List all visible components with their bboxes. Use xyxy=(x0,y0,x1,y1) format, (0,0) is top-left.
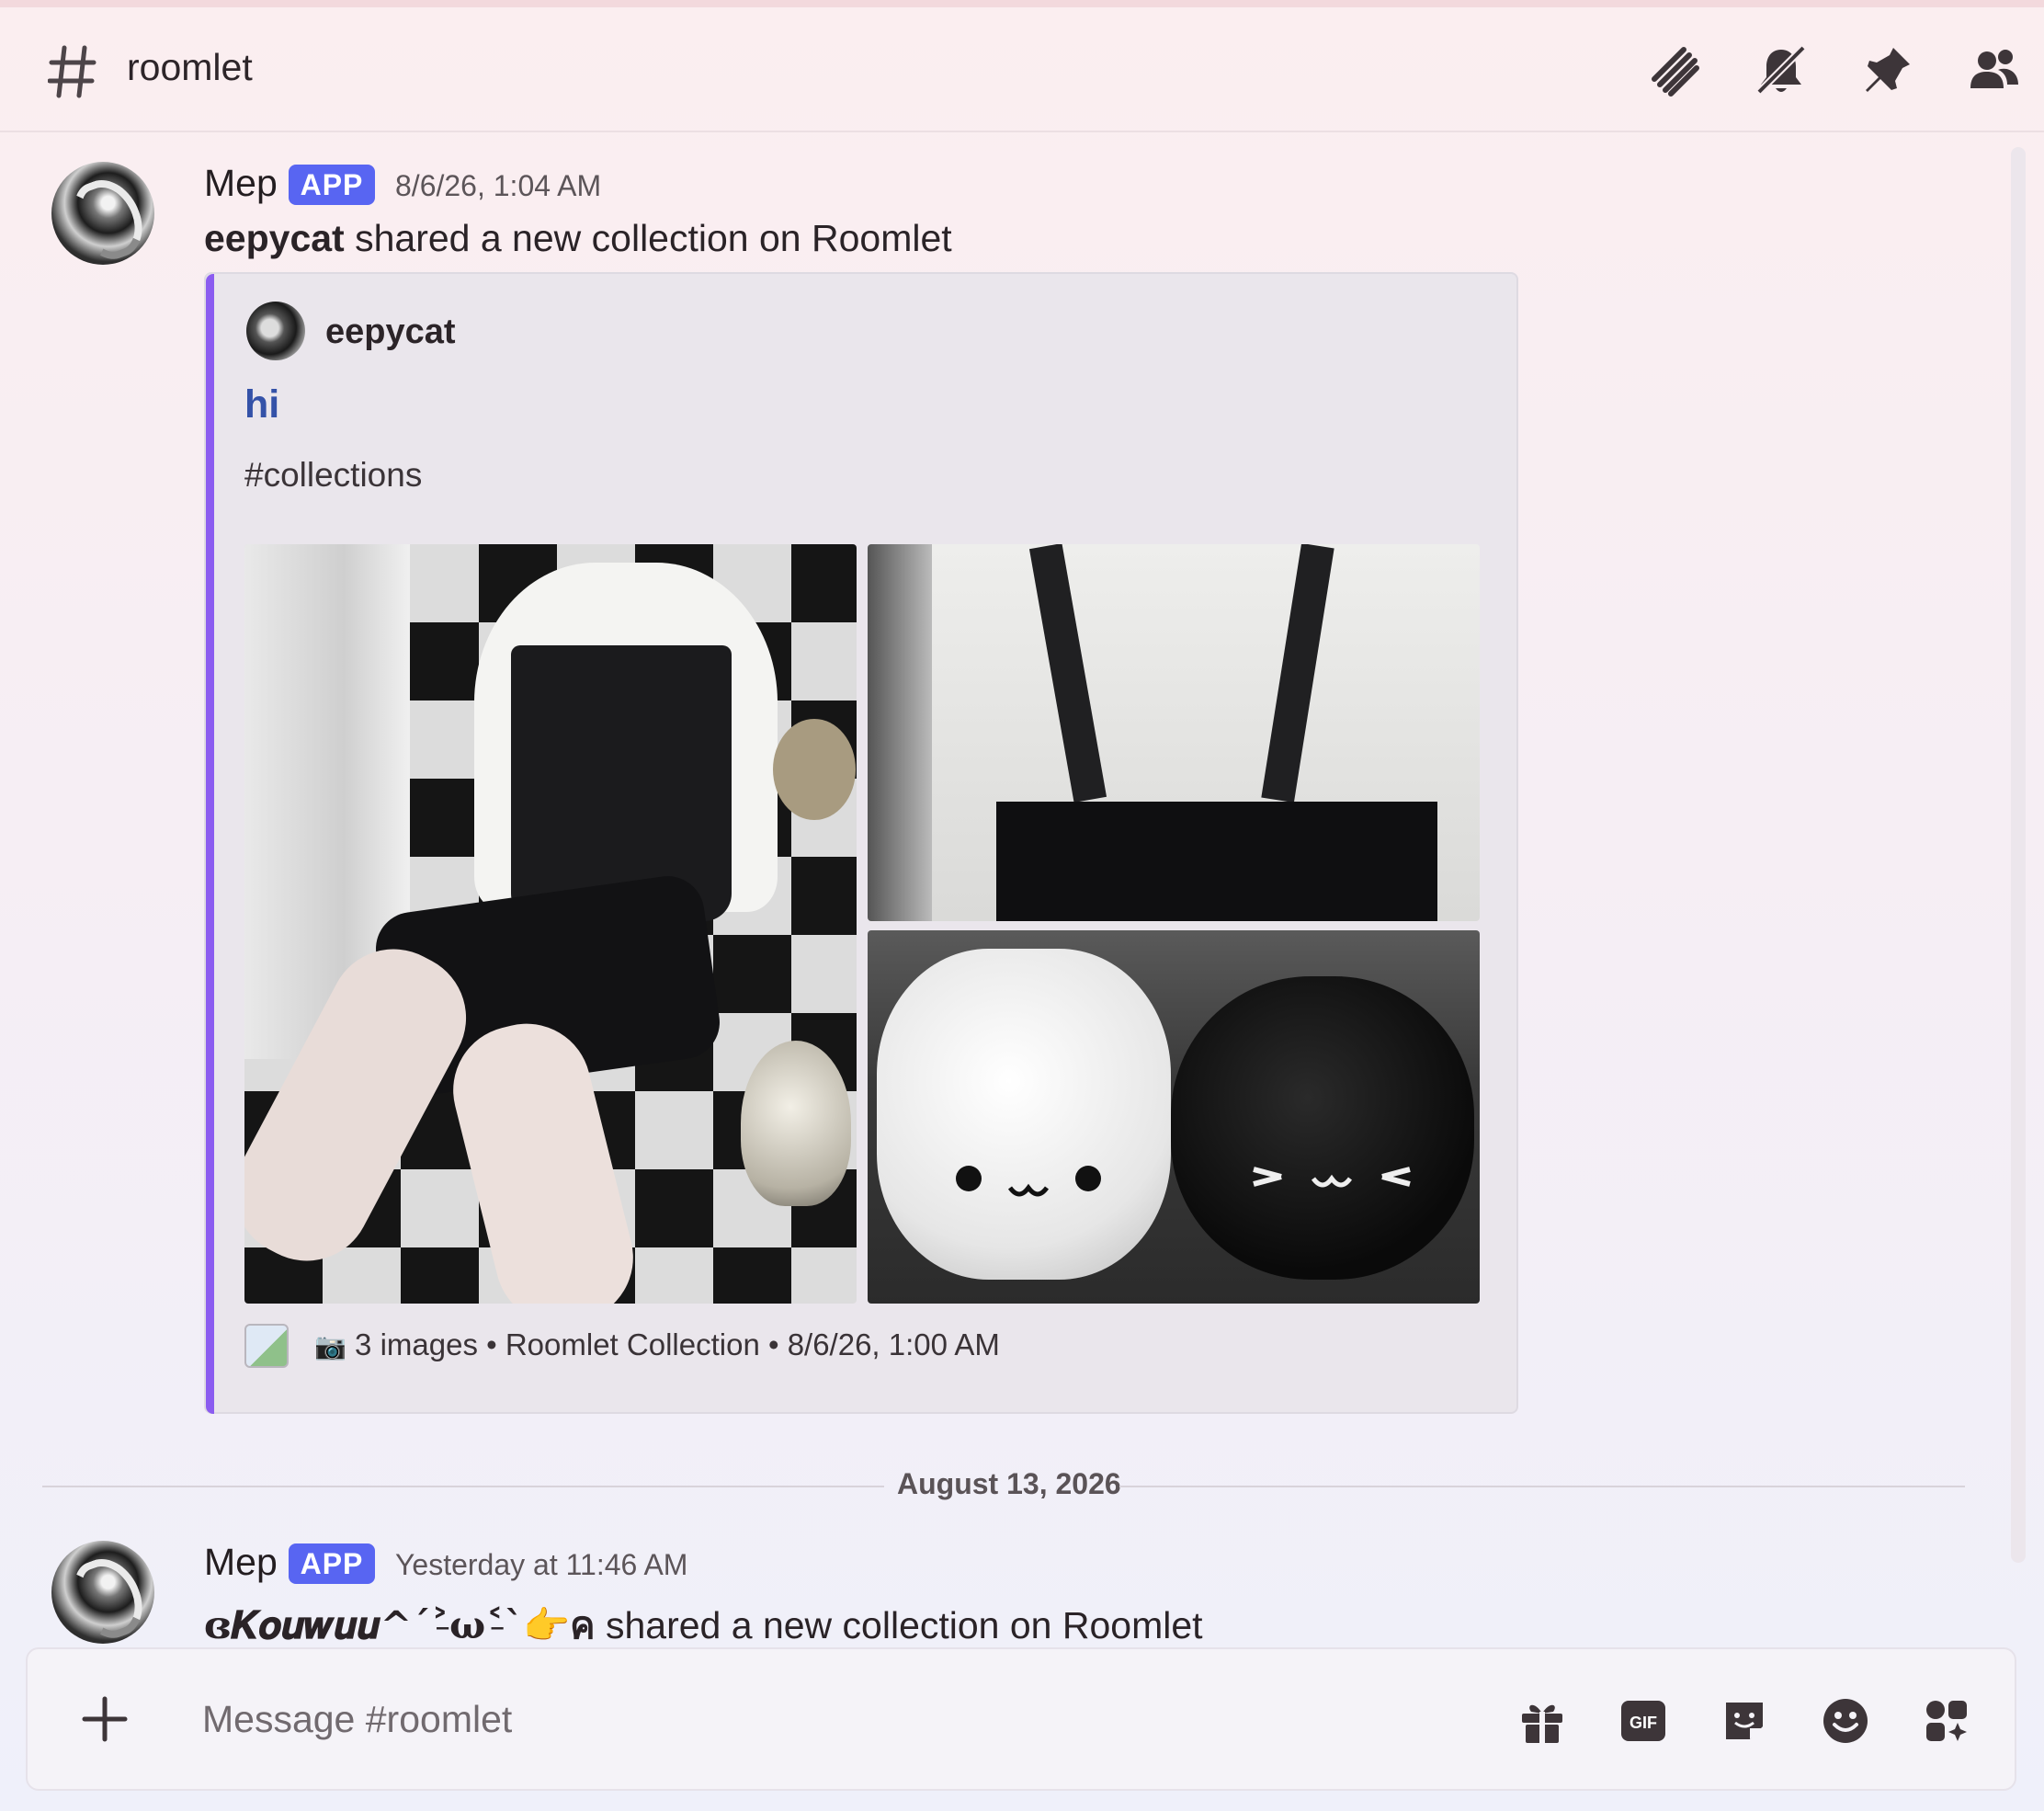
message-composer: GIF xyxy=(26,1647,2016,1791)
embed-footer-separator: • xyxy=(759,1327,788,1361)
embed-image-shirt[interactable] xyxy=(868,544,1480,921)
mute-notifications-icon[interactable] xyxy=(1754,42,1809,97)
top-accent-line xyxy=(0,0,2044,7)
message-input[interactable] xyxy=(202,1686,1489,1752)
embed-description: #collections xyxy=(244,456,423,494)
emoji-icon[interactable] xyxy=(1820,1695,1871,1747)
scrollbar[interactable] xyxy=(2011,147,2026,1563)
embed-image-outfit[interactable] xyxy=(244,544,857,1304)
app-badge: APP xyxy=(289,1543,375,1584)
embed-accent-bar xyxy=(206,274,214,1414)
date-divider-line-left xyxy=(42,1486,884,1487)
collection-thumbnail-icon xyxy=(244,1324,289,1368)
date-divider-line-right xyxy=(1119,1486,1965,1487)
embed-title-link[interactable]: hi xyxy=(244,382,279,427)
message-text: shared a new collection on Roomlet xyxy=(344,217,952,259)
embed-author: eepycat xyxy=(325,313,456,351)
gif-icon[interactable]: GIF xyxy=(1618,1695,1669,1747)
add-attachment-button[interactable] xyxy=(79,1693,131,1745)
pin-icon[interactable] xyxy=(1860,42,1915,97)
date-divider: August 13, 2026 xyxy=(897,1467,1121,1500)
gift-icon[interactable] xyxy=(1516,1695,1568,1747)
message-timestamp[interactable]: 8/6/26, 1:04 AM xyxy=(395,169,601,203)
embed-image-plushies[interactable] xyxy=(868,930,1480,1304)
mentioned-user[interactable]: ɞ𝑲𝒐𝒖𝒘𝒖𝒖^ˊ˃̵ω˂̵ˋ👉ค xyxy=(204,1603,596,1647)
gif-label: GIF xyxy=(1630,1714,1657,1732)
mentioned-user[interactable]: eepycat xyxy=(204,217,345,259)
message-content: eepycat shared a new collection on Rooml… xyxy=(204,217,952,260)
embed-footer-time: 8/6/26, 1:00 AM xyxy=(787,1327,1000,1361)
embed-author-avatar xyxy=(246,302,305,360)
message-author[interactable]: Mep xyxy=(204,162,278,205)
apps-icon[interactable] xyxy=(1921,1695,1972,1747)
collection-embed: eepycat hi #collections 📷 3 images • Roo… xyxy=(204,272,1518,1414)
embed-footer: 📷 3 images • Roomlet Collection • 8/6/26… xyxy=(314,1327,1000,1362)
message-text: shared a new collection on Roomlet xyxy=(595,1604,1203,1646)
embed-footer-text: 3 images • Roomlet Collection xyxy=(355,1327,760,1361)
members-icon[interactable] xyxy=(1967,42,2022,97)
app-badge: APP xyxy=(289,165,375,205)
camera-icon: 📷 xyxy=(314,1332,346,1361)
sticker-icon[interactable] xyxy=(1719,1695,1770,1747)
threads-icon[interactable] xyxy=(1647,42,1702,97)
channel-header: roomlet xyxy=(0,7,2044,132)
message-timestamp[interactable]: Yesterday at 11:46 AM xyxy=(395,1548,687,1582)
message-author[interactable]: Mep xyxy=(204,1541,278,1584)
hashtag-icon xyxy=(48,45,97,98)
channel-name: roomlet xyxy=(127,46,253,88)
avatar[interactable] xyxy=(51,1541,154,1644)
avatar[interactable] xyxy=(51,162,154,265)
